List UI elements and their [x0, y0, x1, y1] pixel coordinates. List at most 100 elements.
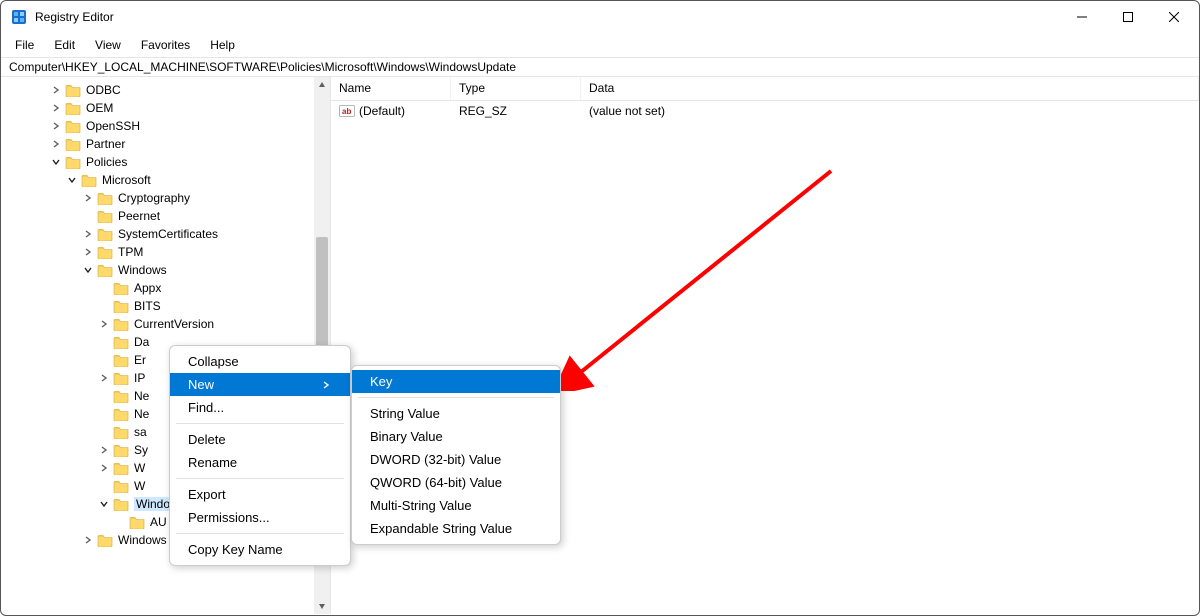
folder-icon — [65, 137, 81, 151]
chevron-down-icon[interactable] — [49, 155, 63, 169]
tree-item-label: Ne — [134, 389, 149, 403]
col-header-name[interactable]: Name — [331, 77, 451, 100]
scroll-thumb[interactable] — [316, 237, 328, 357]
chevron-right-icon[interactable] — [81, 191, 95, 205]
menu-view[interactable]: View — [85, 35, 131, 55]
ctx-key-delete[interactable]: Delete — [170, 428, 350, 451]
cell-type: REG_SZ — [451, 104, 581, 118]
menu-favorites[interactable]: Favorites — [131, 35, 200, 55]
ctx-key-collapse[interactable]: Collapse — [170, 350, 350, 373]
chevron-none-icon — [97, 479, 111, 493]
chevron-none-icon — [81, 209, 95, 223]
menu-item-label: QWORD (64-bit) Value — [370, 475, 502, 490]
tree-item-label: Sy — [134, 443, 148, 457]
menu-item-label: Multi-String Value — [370, 498, 472, 513]
tree-item-tpm[interactable]: TPM — [1, 243, 330, 261]
tree-item-label: IP — [134, 371, 145, 385]
menu-file[interactable]: File — [5, 35, 44, 55]
scroll-down-arrow[interactable] — [314, 598, 330, 614]
tree-item-currentversion[interactable]: CurrentVersion — [1, 315, 330, 333]
ctx-key-copy-key-name[interactable]: Copy Key Name — [170, 538, 350, 561]
tree-item-odbc[interactable]: ODBC — [1, 81, 330, 99]
folder-icon — [113, 371, 129, 385]
cell-name-text: (Default) — [359, 104, 405, 118]
app-icon — [11, 9, 27, 25]
ctx-key-permissions[interactable]: Permissions... — [170, 506, 350, 529]
menu-item-label: Find... — [188, 400, 224, 415]
ctx-new-multi-string-value[interactable]: Multi-String Value — [352, 494, 560, 517]
list-row[interactable]: ab(Default)REG_SZ(value not set) — [331, 101, 1199, 121]
svg-text:ab: ab — [342, 107, 351, 116]
chevron-right-icon[interactable] — [81, 245, 95, 259]
minimize-button[interactable] — [1059, 1, 1105, 33]
tree-item-label: BITS — [134, 299, 161, 313]
ctx-key-new[interactable]: New — [170, 373, 350, 396]
chevron-right-icon[interactable] — [49, 137, 63, 151]
tree-item-appx[interactable]: Appx — [1, 279, 330, 297]
folder-icon — [97, 209, 113, 223]
tree-item-systemcertificates[interactable]: SystemCertificates — [1, 225, 330, 243]
chevron-down-icon[interactable] — [81, 263, 95, 277]
chevron-right-icon[interactable] — [97, 443, 111, 457]
folder-icon — [65, 119, 81, 133]
col-header-type[interactable]: Type — [451, 77, 581, 100]
menu-separator — [176, 423, 344, 424]
folder-icon — [113, 461, 129, 475]
menu-item-label: Key — [370, 374, 392, 389]
window-controls — [1059, 1, 1197, 33]
ctx-new-expandable-string-value[interactable]: Expandable String Value — [352, 517, 560, 540]
chevron-none-icon — [97, 353, 111, 367]
menu-item-label: Collapse — [188, 354, 239, 369]
tree-item-peernet[interactable]: Peernet — [1, 207, 330, 225]
close-button[interactable] — [1151, 1, 1197, 33]
chevron-right-icon[interactable] — [97, 461, 111, 475]
ctx-new-string-value[interactable]: String Value — [352, 402, 560, 425]
address-bar[interactable]: Computer\HKEY_LOCAL_MACHINE\SOFTWARE\Pol… — [1, 57, 1199, 77]
scroll-up-arrow[interactable] — [314, 77, 330, 93]
chevron-right-icon[interactable] — [49, 119, 63, 133]
menu-edit[interactable]: Edit — [44, 35, 85, 55]
menu-item-label: Permissions... — [188, 510, 270, 525]
ctx-new-qword-64-bit-value[interactable]: QWORD (64-bit) Value — [352, 471, 560, 494]
ctx-new-dword-32-bit-value[interactable]: DWORD (32-bit) Value — [352, 448, 560, 471]
ctx-key-export[interactable]: Export — [170, 483, 350, 506]
chevron-right-icon[interactable] — [97, 371, 111, 385]
ctx-key-rename[interactable]: Rename — [170, 451, 350, 474]
tree-item-oem[interactable]: OEM — [1, 99, 330, 117]
menu-item-label: Copy Key Name — [188, 542, 283, 557]
folder-icon — [113, 479, 129, 493]
list-body: ab(Default)REG_SZ(value not set) — [331, 101, 1199, 121]
menu-item-label: New — [188, 377, 214, 392]
tree-item-openssh[interactable]: OpenSSH — [1, 117, 330, 135]
chevron-right-icon[interactable] — [81, 533, 95, 547]
chevron-right-icon[interactable] — [97, 317, 111, 331]
menu-help[interactable]: Help — [200, 35, 245, 55]
tree-item-cryptography[interactable]: Cryptography — [1, 189, 330, 207]
chevron-right-icon[interactable] — [81, 227, 95, 241]
tree-item-policies[interactable]: Policies — [1, 153, 330, 171]
folder-icon — [113, 317, 129, 331]
menu-separator — [176, 478, 344, 479]
tree-item-windows[interactable]: Windows — [1, 261, 330, 279]
tree-item-label: Policies — [86, 155, 127, 169]
tree-item-label: W — [134, 461, 145, 475]
ctx-new-key[interactable]: Key — [352, 370, 560, 393]
window-title: Registry Editor — [35, 10, 114, 24]
cell-name: ab (Default) — [331, 104, 451, 118]
tree-item-microsoft[interactable]: Microsoft — [1, 171, 330, 189]
chevron-down-icon[interactable] — [65, 173, 79, 187]
tree-item-label: TPM — [118, 245, 143, 259]
tree-item-label: CurrentVersion — [134, 317, 214, 331]
tree-item-partner[interactable]: Partner — [1, 135, 330, 153]
col-header-data[interactable]: Data — [581, 77, 1199, 100]
menu-item-label: Binary Value — [370, 429, 443, 444]
maximize-button[interactable] — [1105, 1, 1151, 33]
ctx-key-find[interactable]: Find... — [170, 396, 350, 419]
chevron-down-icon[interactable] — [97, 497, 111, 511]
chevron-none-icon — [97, 281, 111, 295]
chevron-right-icon[interactable] — [49, 101, 63, 115]
folder-icon — [65, 155, 81, 169]
ctx-new-binary-value[interactable]: Binary Value — [352, 425, 560, 448]
tree-item-bits[interactable]: BITS — [1, 297, 330, 315]
chevron-right-icon[interactable] — [49, 83, 63, 97]
